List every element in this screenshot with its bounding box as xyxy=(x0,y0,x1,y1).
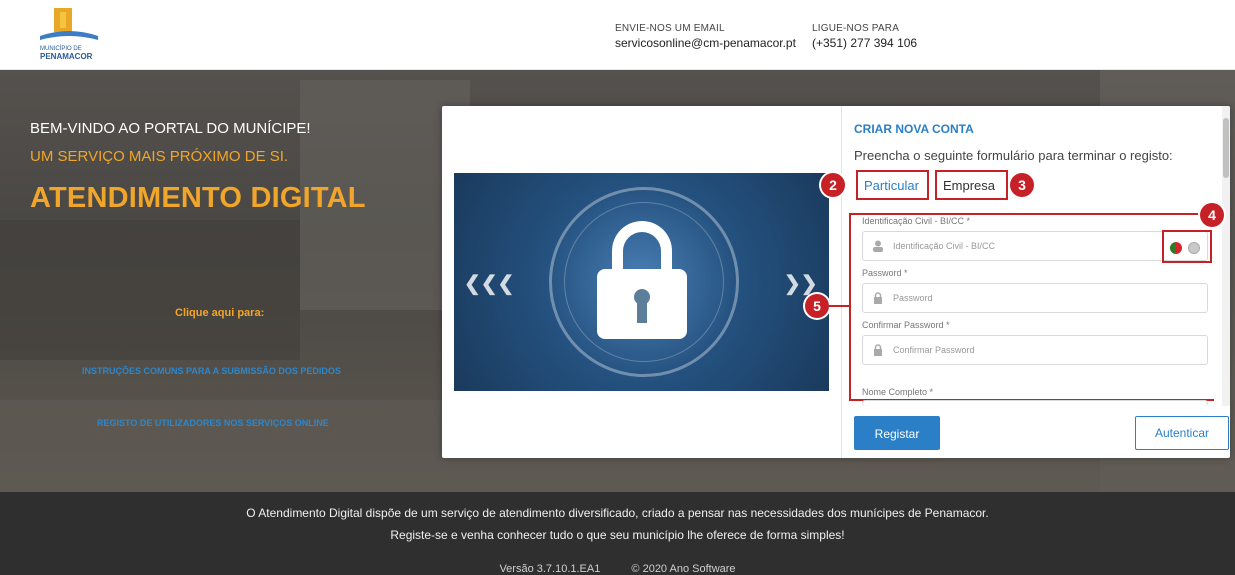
chevrons-left-icon: ❮❮❮ xyxy=(464,273,515,295)
tab-empresa[interactable]: Empresa xyxy=(935,170,1008,200)
modal-divider xyxy=(841,106,842,458)
logo-emblem-icon: MUNICÍPIO DE PENAMACOR xyxy=(40,8,98,61)
footer-invitation: Registe-se e venha conhecer tudo o que s… xyxy=(390,528,845,542)
lock-icon xyxy=(874,344,882,356)
password-placeholder: Password xyxy=(893,293,933,303)
phone-value[interactable]: (+351) 277 394 106 xyxy=(812,36,917,51)
badge-4: 4 xyxy=(1200,203,1224,227)
page-header: MUNICÍPIO DE PENAMACOR ENVIE-NOS UM EMAI… xyxy=(0,0,1235,70)
phone-contact: LIGUE-NOS PARA (+351) 277 394 106 xyxy=(812,21,917,51)
confirm-password-field[interactable]: Confirmar Password xyxy=(862,335,1208,365)
full-name-field[interactable] xyxy=(862,400,1208,406)
register-button[interactable]: Registar xyxy=(854,416,940,450)
security-lock-image: ❮❮❮ ❯❯ xyxy=(454,173,829,391)
confirm-password-label: Confirmar Password * xyxy=(862,320,950,330)
instructions-link[interactable]: INSTRUÇÕES COMUNS PARA A SUBMISSÃO DOS P… xyxy=(82,366,341,376)
id-field-label: Identificação Civil - BI/CC * xyxy=(862,216,971,226)
footer-meta: Versão 3.7.10.1.EA1 © 2020 Ano Software xyxy=(0,563,1235,575)
page-footer: O Atendimento Digital dispõe de um servi… xyxy=(0,492,1235,575)
svg-text:PENAMACOR: PENAMACOR xyxy=(40,52,93,61)
badge-2: 2 xyxy=(821,173,845,197)
id-field-placeholder: Identificação Civil - BI/CC xyxy=(893,241,996,251)
password-field[interactable]: Password xyxy=(862,283,1208,313)
email-value[interactable]: servicosonline@cm-penamacor.pt xyxy=(615,36,796,51)
authenticate-button[interactable]: Autenticar xyxy=(1135,416,1229,450)
version-text: Versão 3.7.10.1.EA1 xyxy=(499,563,601,575)
portugal-flag-icon[interactable] xyxy=(1170,242,1182,254)
email-contact: ENVIE-NOS UM EMAIL servicosonline@cm-pen… xyxy=(615,21,796,51)
welcome-text: BEM-VINDO AO PORTAL DO MUNÍCIPE! xyxy=(30,120,311,137)
email-label: ENVIE-NOS UM EMAIL xyxy=(615,23,725,34)
footer-description: O Atendimento Digital dispõe de um servi… xyxy=(246,506,989,520)
svg-text:MUNICÍPIO DE: MUNICÍPIO DE xyxy=(40,45,82,52)
user-icon xyxy=(873,240,883,252)
globe-icon[interactable] xyxy=(1188,242,1200,254)
lock-icon xyxy=(874,292,882,304)
tab-particular[interactable]: Particular xyxy=(856,170,929,200)
nationality-toggle xyxy=(1162,230,1212,263)
copyright-text: © 2020 Ano Software xyxy=(631,563,736,575)
badge-3: 3 xyxy=(1010,173,1034,197)
confirm-password-placeholder: Confirmar Password xyxy=(893,345,975,355)
form-subtitle: Preencha o seguinte formulário para term… xyxy=(854,148,1173,163)
welcome-subtitle: UM SERVIÇO MAIS PRÓXIMO DE SI. xyxy=(30,148,289,165)
password-label: Password * xyxy=(862,268,908,278)
keyhole-slot-icon xyxy=(637,299,647,323)
phone-label: LIGUE-NOS PARA xyxy=(812,23,900,34)
full-name-label: Nome Completo * xyxy=(862,387,934,397)
chevrons-right-icon: ❯❯ xyxy=(784,273,818,295)
municipality-logo[interactable]: MUNICÍPIO DE PENAMACOR xyxy=(34,6,104,64)
id-field[interactable]: Identificação Civil - BI/CC xyxy=(862,231,1208,261)
hero-title: ATENDIMENTO DIGITAL xyxy=(30,182,366,214)
badge-5-pointer xyxy=(829,305,849,307)
registration-link[interactable]: REGISTO DE UTILIZADORES NOS SERVIÇOS ONL… xyxy=(97,418,329,428)
form-title: CRIAR NOVA CONTA xyxy=(854,122,974,136)
click-here-label: Clique aqui para: xyxy=(175,307,265,319)
badge-5: 5 xyxy=(805,294,829,318)
form-scrollbar-thumb[interactable] xyxy=(1223,118,1229,178)
register-modal: ❮❮❮ ❯❯ CRIAR NOVA CONTA Preencha o segui… xyxy=(442,106,1230,458)
